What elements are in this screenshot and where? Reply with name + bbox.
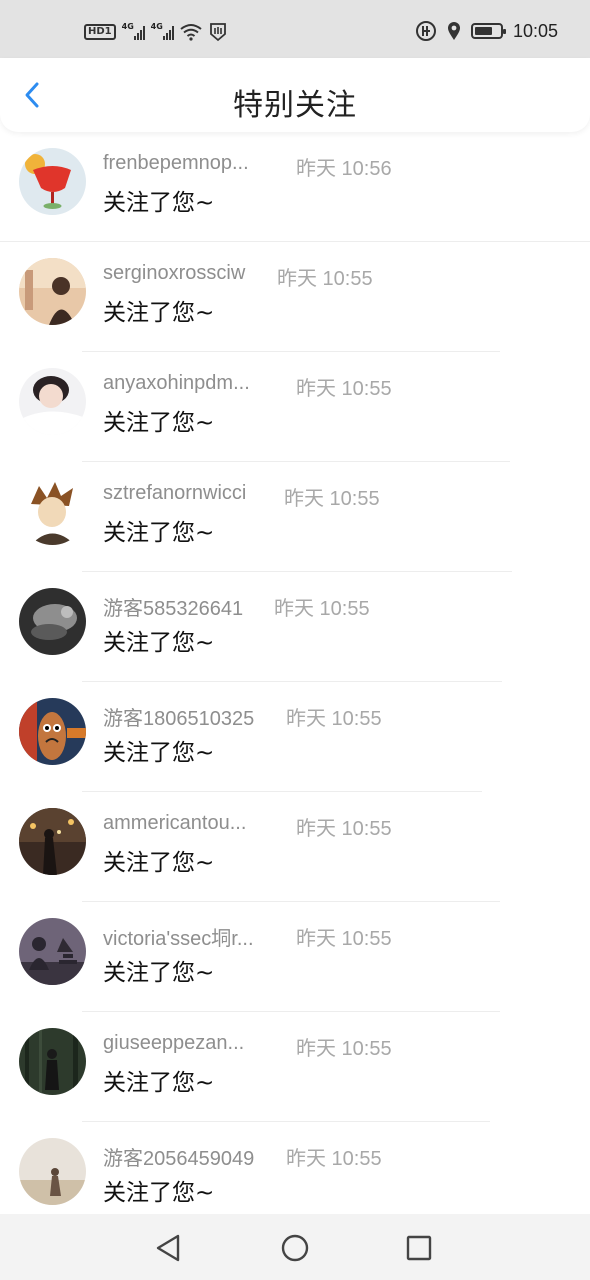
timestamp: 昨天 10:56 [296, 158, 392, 180]
wifi-icon [180, 24, 202, 41]
back-triangle-icon[interactable] [152, 1231, 186, 1265]
header: 特别关注 [0, 58, 590, 132]
message: 关注了您~ [103, 300, 215, 326]
location-icon [447, 22, 460, 40]
timestamp: 昨天 10:55 [284, 488, 380, 510]
avatar[interactable] [19, 368, 86, 435]
message: 关注了您~ [103, 190, 215, 216]
page-title: 特别关注 [233, 88, 357, 123]
avatar[interactable] [19, 1138, 86, 1205]
username: victoria'ssec垌r... [103, 928, 254, 950]
timestamp: 昨天 10:55 [286, 708, 382, 730]
list-item[interactable]: serginoxrossciw 昨天 10:55 关注了您~ [0, 242, 590, 352]
timestamp: 昨天 10:55 [296, 928, 392, 950]
avatar[interactable] [19, 808, 86, 875]
username: serginoxrossciw [103, 262, 246, 284]
data-saver-icon [415, 21, 436, 41]
avatar[interactable] [19, 588, 86, 655]
username: frenbepemnop... [103, 152, 249, 174]
username: ammericantou... [103, 812, 247, 834]
network-type-1: 4G [121, 22, 134, 31]
avatar[interactable] [19, 918, 86, 985]
timestamp: 昨天 10:55 [286, 1148, 382, 1170]
battery-icon [470, 23, 506, 39]
sim-label: 1 [104, 26, 112, 37]
avatar[interactable] [19, 478, 86, 545]
system-nav-bar [0, 1214, 590, 1280]
follow-list: frenbepemnop... 昨天 10:56 关注了您~ serginoxr… [0, 132, 590, 1232]
list-item[interactable]: 游客585326641 昨天 10:55 关注了您~ [0, 572, 590, 682]
message: 关注了您~ [103, 410, 215, 436]
status-right: 10:05 [415, 20, 558, 42]
hd-label: HD [88, 26, 105, 37]
timestamp: 昨天 10:55 [277, 268, 373, 290]
home-circle-icon[interactable] [278, 1231, 312, 1265]
avatar[interactable] [19, 1028, 86, 1095]
timestamp: 昨天 10:55 [296, 818, 392, 840]
network-type-2: 4G [150, 22, 163, 31]
hand-icon [209, 23, 226, 42]
recents-square-icon[interactable] [402, 1231, 436, 1265]
signal-icon-1: 4G [121, 22, 145, 40]
list-item[interactable]: frenbepemnop... 昨天 10:56 关注了您~ [0, 132, 590, 242]
status-bar: HD1 4G 4G 10:05 [0, 0, 590, 58]
timestamp: 昨天 10:55 [296, 1038, 392, 1060]
message: 关注了您~ [103, 630, 215, 656]
list-item[interactable]: giuseeppezan... 昨天 10:55 关注了您~ [0, 1012, 590, 1122]
list-item[interactable]: 游客1806510325 昨天 10:55 关注了您~ [0, 682, 590, 792]
username: 游客585326641 [103, 598, 244, 620]
signal-icon-2: 4G [150, 22, 174, 40]
list-item[interactable]: anyaxohinpdm... 昨天 10:55 关注了您~ [0, 352, 590, 462]
username: giuseeppezan... [103, 1032, 245, 1054]
message: 关注了您~ [103, 740, 215, 766]
message: 关注了您~ [103, 1180, 215, 1206]
list-item[interactable]: victoria'ssec垌r... 昨天 10:55 关注了您~ [0, 902, 590, 1012]
avatar[interactable] [19, 698, 86, 765]
avatar[interactable] [19, 148, 86, 215]
username: 游客1806510325 [103, 708, 255, 730]
username: sztrefanornwicci [103, 482, 247, 504]
message: 关注了您~ [103, 520, 215, 546]
message: 关注了您~ [103, 1070, 215, 1096]
list-item[interactable]: sztrefanornwicci 昨天 10:55 关注了您~ [0, 462, 590, 572]
username: anyaxohinpdm... [103, 372, 250, 394]
timestamp: 昨天 10:55 [296, 378, 392, 400]
message: 关注了您~ [103, 960, 215, 986]
avatar[interactable] [19, 258, 86, 325]
message: 关注了您~ [103, 850, 215, 876]
timestamp: 昨天 10:55 [274, 598, 370, 620]
hd-icon: HD1 [84, 24, 116, 40]
list-item[interactable]: ammericantou... 昨天 10:55 关注了您~ [0, 792, 590, 902]
username: 游客2056459049 [103, 1148, 255, 1170]
status-left: HD1 4G 4G [84, 22, 228, 42]
status-time: 10:05 [512, 20, 558, 41]
